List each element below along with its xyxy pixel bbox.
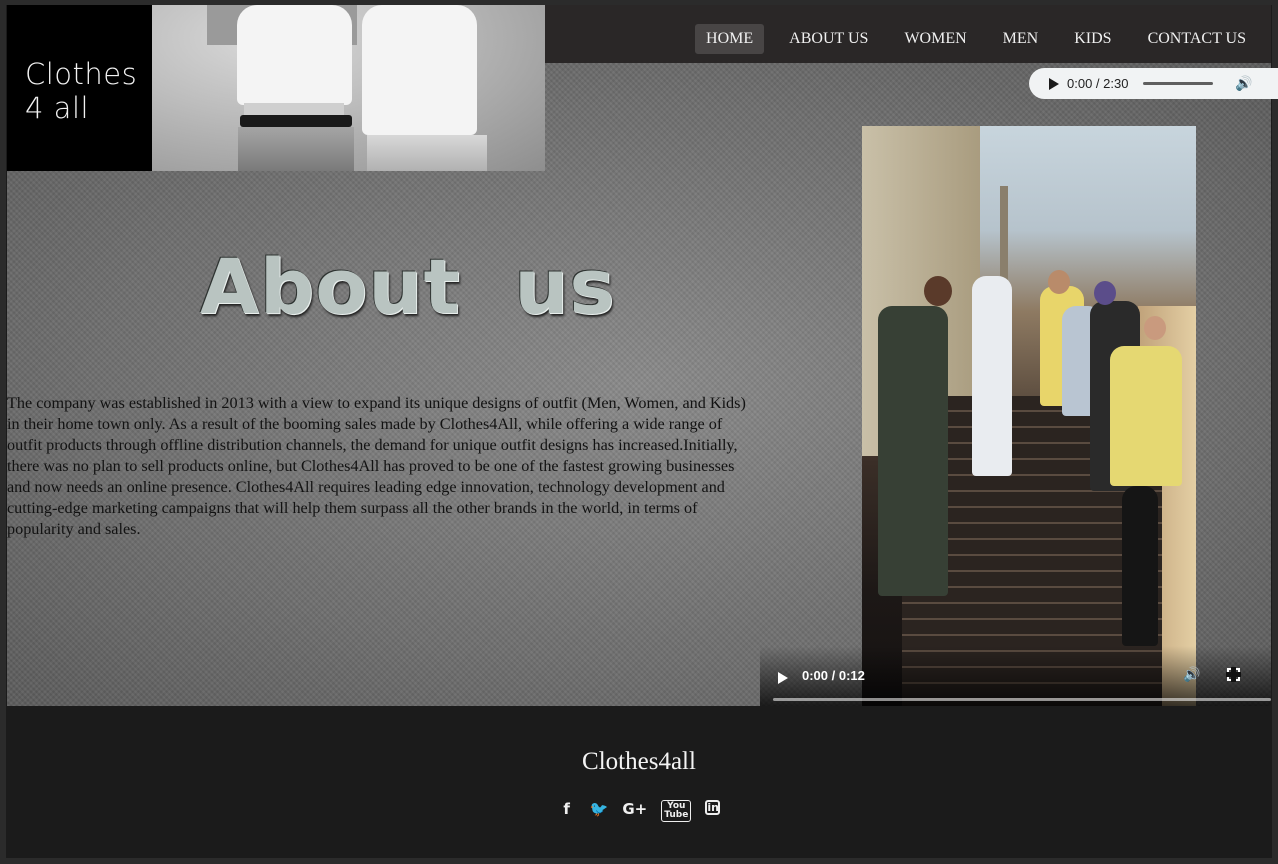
logo-line-1: Clothes (25, 57, 138, 91)
facebook-icon[interactable]: f (558, 800, 576, 822)
google-plus-icon[interactable]: G+ (622, 800, 647, 822)
video-progress-bar[interactable] (773, 698, 1271, 701)
site-footer: Clothes4all f 🐦 G+ You Tube in (7, 706, 1271, 858)
video-play-icon[interactable] (778, 672, 788, 684)
twitter-icon[interactable]: 🐦 (590, 800, 609, 822)
nav-home[interactable]: HOME (695, 24, 765, 54)
audio-progress-track[interactable] (1143, 82, 1213, 85)
social-links: f 🐦 G+ You Tube in (7, 800, 1271, 822)
nav-contact-us[interactable]: CONTACT US (1137, 24, 1257, 54)
video-volume-icon[interactable]: 🔊 (1183, 667, 1200, 684)
about-text: The company was established in 2013 with… (7, 394, 746, 538)
nav-kids[interactable]: KIDS (1063, 24, 1122, 54)
footer-brand: Clothes4all (582, 748, 696, 775)
nav-women[interactable]: WOMEN (893, 24, 977, 54)
video-frame (862, 126, 1196, 706)
audio-player[interactable]: 0:00 / 2:30 🔊 (1029, 68, 1278, 99)
youtube-icon[interactable]: You Tube (661, 800, 692, 822)
nav-men[interactable]: MEN (992, 24, 1050, 54)
linkedin-icon[interactable]: in (705, 800, 721, 815)
logo-line-2: 4 all (25, 91, 90, 125)
video-time: 0:00 / 0:12 (802, 668, 865, 683)
logo[interactable]: Clothes 4 all (7, 5, 545, 171)
about-title: About us (200, 242, 616, 331)
audio-volume-icon[interactable]: 🔊 (1235, 75, 1252, 92)
fullscreen-icon[interactable] (1226, 667, 1241, 682)
logo-text: Clothes 4 all (25, 57, 145, 125)
video-controls: 0:00 / 0:12 🔊 (760, 646, 1271, 706)
main-nav: HOME ABOUT US WOMEN MEN KIDS CONTACT US (688, 10, 1264, 68)
audio-time: 0:00 / 2:30 (1067, 76, 1129, 91)
audio-play-icon[interactable] (1049, 77, 1059, 90)
logo-photo (152, 5, 545, 171)
nav-about-us[interactable]: ABOUT US (778, 24, 879, 54)
video-player[interactable]: 0:00 / 0:12 🔊 (760, 126, 1271, 706)
